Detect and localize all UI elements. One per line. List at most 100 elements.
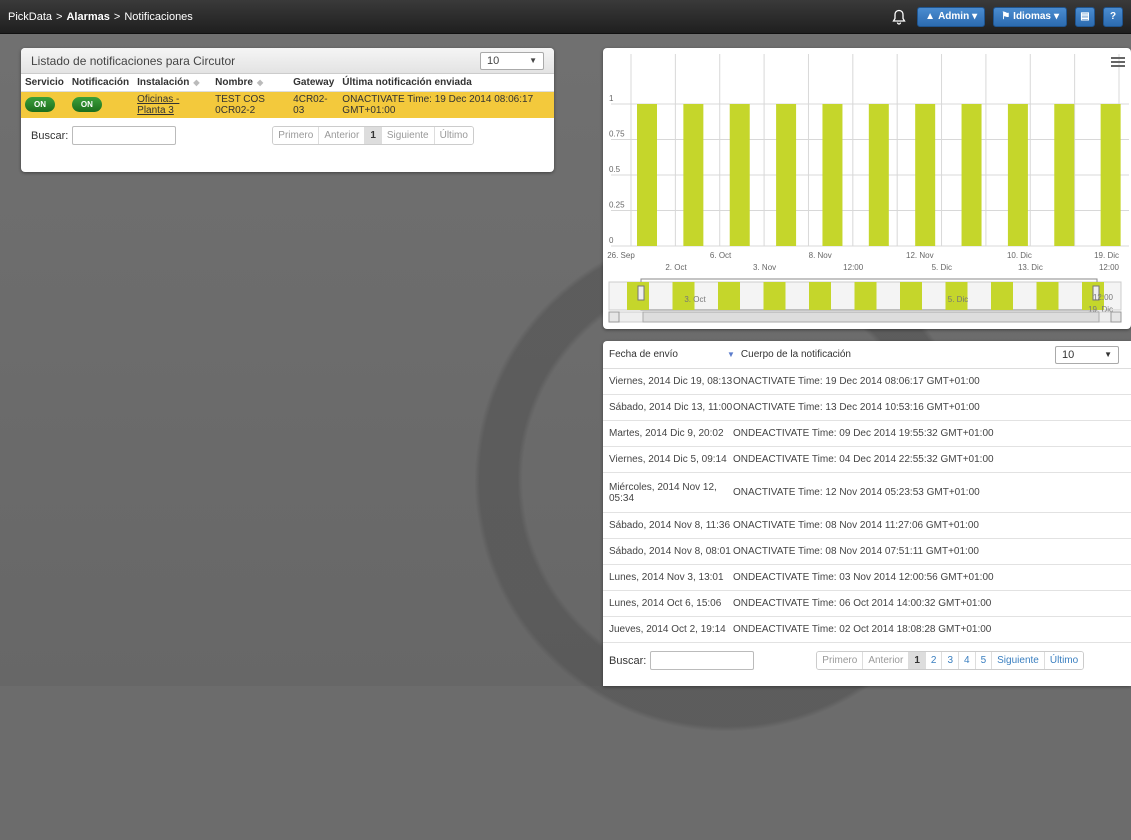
prev-page-button[interactable]: Anterior: [863, 652, 910, 669]
notification-body: ONACTIVATE Time: 19 Dec 2014 08:06:17 GM…: [733, 376, 980, 387]
x-tick-label: 5. Dic: [932, 263, 952, 272]
search-input[interactable]: [72, 126, 177, 145]
column-header-notification[interactable]: Notificación: [67, 74, 134, 92]
caret-down-icon: ▼: [1104, 350, 1112, 359]
caret-down-icon: ▾: [972, 11, 978, 22]
column-header-service[interactable]: Servicio: [21, 74, 68, 92]
x-tick-label: 19. Dic: [1094, 251, 1119, 260]
x-tick-label: 10. Dic: [1007, 251, 1032, 260]
column-header-name[interactable]: Nombre ◆: [211, 74, 290, 92]
sort-icon: ◆: [256, 78, 264, 87]
chart-bar: [868, 104, 889, 246]
y-tick-label: 0: [609, 236, 614, 245]
list-item: Martes, 2014 Dic 9, 20:02 ONDEACTIVATE Ti…: [603, 421, 1131, 447]
sent-date: Miércoles, 2014 Nov 12, 05:34: [609, 481, 717, 504]
breadcrumb-separator: >: [113, 10, 121, 23]
breadcrumb-section[interactable]: Alarmas: [66, 11, 109, 23]
x-tick-label: 12:00: [843, 263, 864, 272]
notification-body: ONACTIVATE Time: 12 Nov 2014 05:23:53 GM…: [733, 487, 980, 498]
page-1-button[interactable]: 1: [909, 652, 926, 669]
notification-body: ONDEACTIVATE Time: 03 Nov 2014 12:00:56 …: [733, 572, 994, 583]
notification-toggle[interactable]: ON: [71, 97, 102, 112]
sent-date: Viernes, 2014 Dic 19, 08:13: [609, 376, 733, 387]
page-5-button[interactable]: 5: [975, 652, 993, 669]
column-header-body[interactable]: Cuerpo de la notificación: [741, 349, 851, 360]
last-sent-cell: ONACTIVATE Time: 19 Dec 2014 08:06:17 GM…: [338, 91, 554, 118]
help-icon[interactable]: ?: [1103, 6, 1123, 27]
notifications-table: Servicio Notificación Instalación ◆ Nombr…: [21, 74, 554, 118]
column-header-last-sent[interactable]: Última notificación enviada: [338, 74, 554, 92]
caret-down-icon: ▾: [1053, 11, 1059, 22]
page-1-button[interactable]: 1: [365, 127, 382, 144]
list-item: Miércoles, 2014 Nov 12, 05:34 ONACTIVATE …: [603, 473, 1131, 513]
notification-body: ONACTIVATE Time: 08 Nov 2014 07:51:11 GM…: [733, 546, 979, 557]
chart-bar: [1054, 104, 1075, 246]
sent-date: Sábado, 2014 Nov 8, 11:36: [609, 520, 731, 531]
notification-body: ONACTIVATE Time: 08 Nov 2014 11:27:06 GM…: [733, 520, 979, 531]
last-page-button[interactable]: Último: [1044, 652, 1084, 669]
sent-date: Lunes, 2014 Nov 3, 13:01: [609, 572, 724, 583]
x-tick-label: 6. Oct: [710, 251, 732, 260]
list-item: Viernes, 2014 Dic 5, 09:14 ONDEACTIVATE T…: [603, 447, 1131, 473]
list-item: Jueves, 2014 Oct 2, 19:14 ONDEACTIVATE Ti…: [603, 617, 1131, 643]
chart-bar: [776, 104, 797, 246]
page-4-button[interactable]: 4: [959, 652, 976, 669]
search-input[interactable]: [650, 651, 755, 670]
notification-body: ONDEACTIVATE Time: 04 Dec 2014 22:55:32 …: [733, 454, 994, 465]
column-header-gateway[interactable]: Gateway: [289, 74, 339, 92]
notification-body: ONDEACTIVATE Time: 06 Oct 2014 14:00:32 …: [733, 598, 992, 609]
next-page-button[interactable]: Siguiente: [381, 127, 435, 144]
page-2-button[interactable]: 2: [925, 652, 943, 669]
search-label: Buscar:: [31, 129, 69, 142]
installation-link[interactable]: Oficinas - Planta 3: [137, 94, 179, 116]
top-navbar: PickData > Alarmas > Notificaciones ▲ Ad…: [0, 0, 1131, 34]
admin-menu-button[interactable]: ▲ Admin ▾: [917, 6, 986, 27]
page-size-select[interactable]: 10 ▼: [480, 51, 544, 70]
history-panel: Fecha de envío ▼ Cuerpo de la notificaci…: [603, 341, 1131, 686]
y-tick-label: 0.5: [609, 165, 621, 174]
first-page-button[interactable]: Primero: [817, 652, 864, 669]
prev-page-button[interactable]: Anterior: [319, 127, 366, 144]
y-tick-label: 1: [609, 94, 614, 103]
list-item: Lunes, 2014 Nov 3, 13:01 ONDEACTIVATE Tim…: [603, 565, 1131, 591]
bell-icon[interactable]: [889, 7, 909, 27]
pagination: Primero Anterior 1 Siguiente Último: [272, 126, 474, 145]
notifications-panel: Listado de notificaciones para Circutor …: [21, 48, 554, 172]
bar-chart: 1 0.75 0.5 0.25 0 26. Sep 6. Oct 8. Nov 12. Nov 1…: [607, 54, 1129, 323]
x-tick-label: 3. Nov: [753, 263, 776, 272]
navigator-bar: [991, 282, 1013, 310]
search-label: Buscar:: [609, 654, 647, 667]
last-page-button[interactable]: Último: [434, 127, 473, 144]
list-item: Sábado, 2014 Dic 13, 11:00 ONACTIVATE Tim…: [603, 395, 1131, 421]
navigator-label: 3. Oct: [684, 295, 706, 304]
first-page-button[interactable]: Primero: [273, 127, 320, 144]
table-row: ON ON Oficinas - Planta 3 TEST COS 0CR02…: [21, 91, 554, 118]
gateway-cell: 4CR02-03: [289, 91, 339, 118]
breadcrumb-root[interactable]: PickData: [8, 11, 52, 23]
breadcrumb-separator: >: [56, 10, 63, 23]
sent-date: Jueves, 2014 Oct 2, 19:14: [609, 624, 726, 635]
next-page-button[interactable]: Siguiente: [992, 652, 1045, 669]
list-item: Sábado, 2014 Nov 8, 11:36 ONACTIVATE Time…: [603, 513, 1131, 539]
notification-body: ONDEACTIVATE Time: 02 Oct 2014 18:08:28 …: [733, 624, 992, 635]
page-3-button[interactable]: 3: [942, 652, 960, 669]
save-icon[interactable]: ▤: [1075, 6, 1095, 27]
user-icon: ▲: [925, 11, 936, 22]
column-header-installation[interactable]: Instalación ◆: [133, 74, 212, 92]
y-tick-label: 0.25: [609, 201, 625, 210]
chart-bar: [1007, 104, 1028, 246]
page-size-select[interactable]: 10 ▼: [1055, 345, 1119, 364]
languages-label: Idiomas: [1013, 11, 1051, 22]
panel-title: Listado de notificaciones para Circutor: [31, 53, 236, 68]
scrollbar-thumb: [642, 311, 1100, 323]
languages-menu-button[interactable]: ⚑ Idiomas ▾: [993, 6, 1067, 27]
column-header-date[interactable]: Fecha de envío: [609, 349, 719, 360]
name-cell: TEST COS 0CR02-2: [211, 91, 290, 118]
navigator-bar: [900, 282, 922, 310]
chart-bar: [915, 104, 936, 246]
service-toggle[interactable]: ON: [25, 97, 55, 112]
chart-bar: [683, 104, 704, 246]
chart-menu-icon[interactable]: [1111, 56, 1125, 68]
notification-body: ONACTIVATE Time: 13 Dec 2014 10:53:16 GM…: [733, 402, 980, 413]
sort-desc-icon[interactable]: ▼: [727, 350, 735, 359]
